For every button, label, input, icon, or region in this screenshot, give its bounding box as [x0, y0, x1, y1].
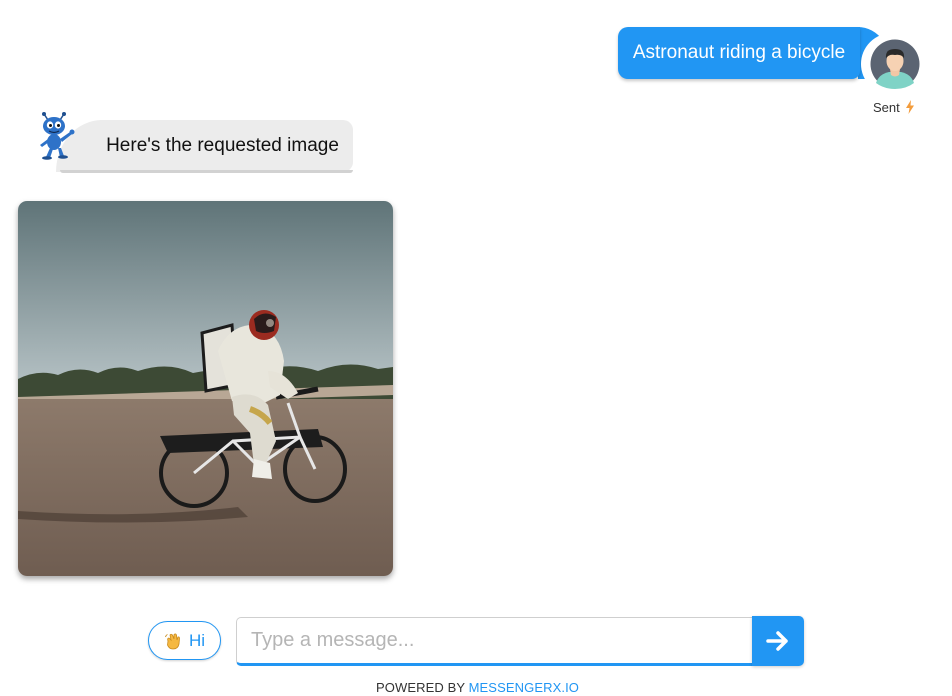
powered-by-footer: POWERED BY MESSENGERX.IO — [376, 680, 579, 695]
chat-window: Astronaut riding a bicycle Sent Here's t… — [0, 0, 952, 696]
waving-hand-icon — [165, 632, 180, 649]
sent-status-text: Sent — [873, 99, 900, 115]
bot-bubble-shadow — [60, 170, 353, 173]
powered-by-text: POWERED BY — [376, 680, 465, 695]
messengerx-link[interactable]: MESSENGERX.IO — [469, 680, 579, 695]
quick-reply-label: Hi — [188, 630, 206, 650]
bot-message-bubble: Here's the requested image — [92, 120, 353, 172]
arrow-right-icon — [766, 631, 788, 651]
user-message-bubble: Astronaut riding a bicycle — [618, 27, 860, 79]
lightning-icon — [905, 100, 914, 114]
user-avatar-icon — [861, 33, 923, 95]
alien-bot-icon — [34, 112, 80, 160]
message-status: Sent — [873, 99, 914, 115]
user-message-text: Astronaut riding a bicycle — [632, 42, 846, 63]
generated-image[interactable] — [18, 201, 393, 576]
send-button[interactable] — [752, 616, 804, 666]
quick-reply-hi-button[interactable]: Hi — [148, 621, 221, 660]
message-input[interactable] — [236, 617, 754, 666]
bot-message-text: Here's the requested image — [106, 135, 339, 156]
